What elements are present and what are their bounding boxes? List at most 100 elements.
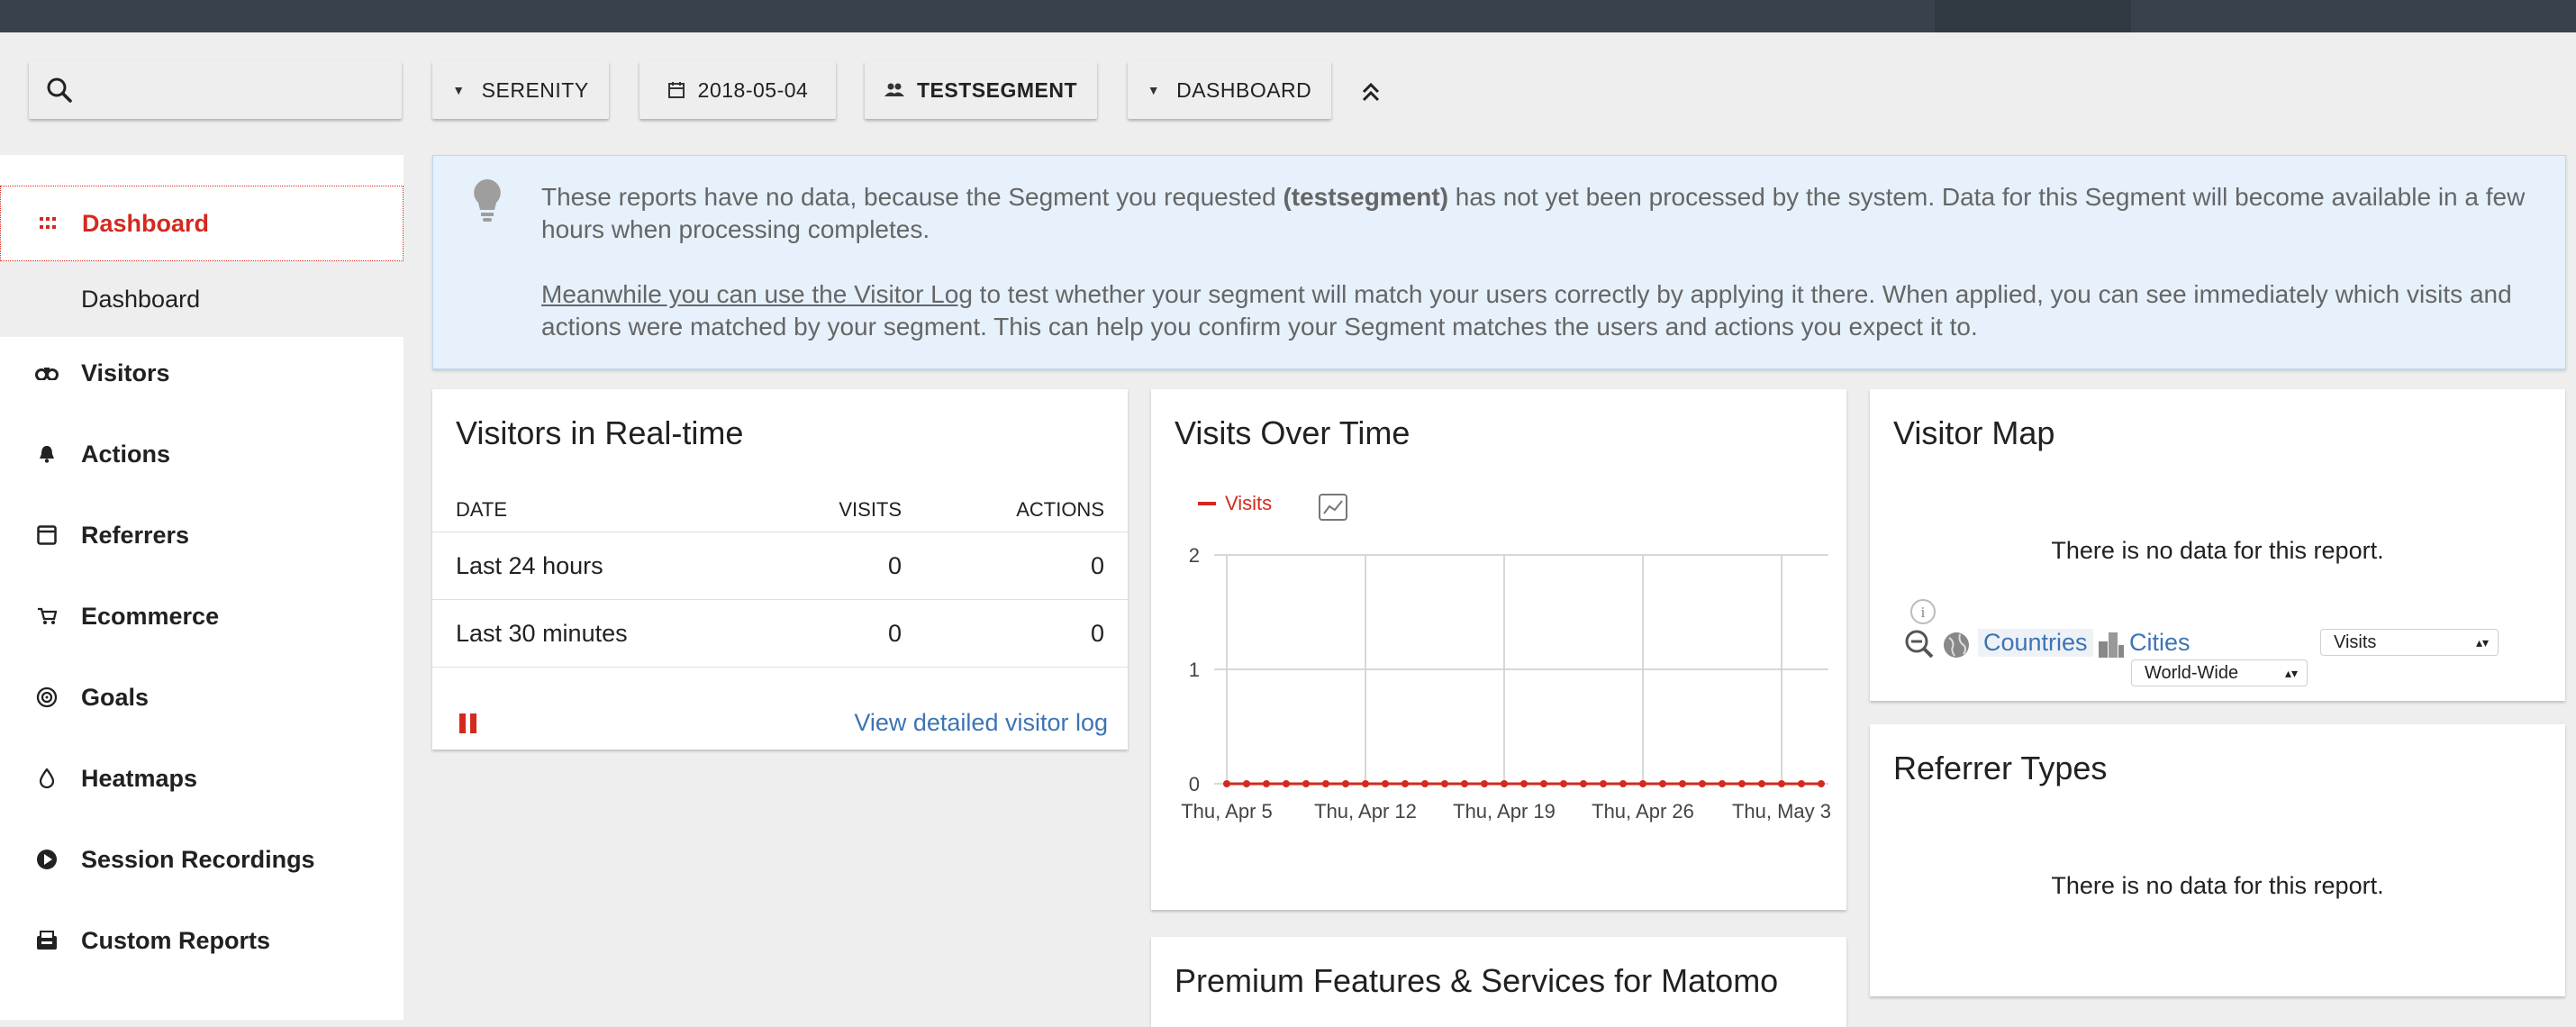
visits-over-time-widget: Visits Over Time 0 1 2 Thu, Apr 5 Thu, Apr 1… [1151,389,1846,910]
dashboard-selector[interactable]: ▼ DASHBOARD [1128,61,1331,119]
data-point [1342,780,1349,787]
sidebar-item-ecommerce[interactable]: Ecommerce [0,578,404,654]
sidebar-item-actions[interactable]: Actions [0,416,404,492]
sidebar-item-heatmaps[interactable]: Heatmaps [0,741,404,816]
data-point [1223,780,1230,787]
cart-icon [34,604,59,629]
data-point [1501,780,1508,787]
data-point [1421,780,1429,787]
data-point [1540,780,1547,787]
x-tick-label: Thu, Apr 12 [1314,800,1417,823]
data-point [1600,780,1607,787]
sidebar-item-goals[interactable]: Goals [0,659,404,735]
widget-title: Referrer Types [1893,750,2108,786]
y-tick-label: 2 [1189,544,1200,567]
visitor-log-link[interactable]: Meanwhile you can use the Visitor Log [541,280,973,308]
grid-icon [35,211,60,236]
data-point [1481,780,1488,787]
countries-link[interactable]: Countries [1978,629,2093,657]
top-bar-tab[interactable] [1935,0,2131,32]
no-data-message: There is no data for this report. [2051,872,2384,899]
site-selector[interactable]: ▼ SERENITY [432,61,609,119]
premium-features-widget: Premium Features & Services for Matomo [1151,937,1846,1027]
data-point [1719,780,1726,787]
x-tick-label: Thu, Apr 26 [1592,800,1694,823]
data-point [1818,780,1825,787]
window-icon [34,523,59,548]
y-tick-label: 0 [1189,773,1200,795]
calendar-icon [667,82,685,98]
data-point [1382,780,1389,787]
referrer-types-widget: Referrer Types There is no data for this… [1870,724,2565,996]
zoom-out-icon[interactable] [1904,629,1935,659]
data-point [1639,780,1646,787]
caret-down-icon: ▼ [1147,83,1161,97]
y-tick-label: 1 [1189,659,1200,681]
data-point [1560,780,1567,787]
segment-notice: These reports have no data, because the … [432,155,2566,369]
data-point [1322,780,1329,787]
notice-text-2: Meanwhile you can use the Visitor Log to… [541,280,2512,341]
data-point [1461,780,1468,787]
segment-selector[interactable]: TESTSEGMENT [865,61,1097,119]
lightbulb-icon [474,179,501,222]
date-selector[interactable]: 2018-05-04 [639,61,836,119]
data-point [1738,780,1746,787]
play-icon [34,847,59,872]
binoculars-icon [34,360,59,386]
data-point [1659,780,1666,787]
data-point [1263,780,1270,787]
sidebar-item-referrers[interactable]: Referrers [0,497,404,573]
data-point [1362,780,1369,787]
data-point [1520,780,1528,787]
data-point [1619,780,1627,787]
data-point [1580,780,1587,787]
search-icon [47,77,72,103]
data-point [1302,780,1310,787]
table-row: Last 30 minutes 0 0 [432,599,1128,668]
search-input[interactable] [29,61,402,119]
cities-link[interactable]: Cities [2129,629,2191,657]
realtime-widget: Visitors in Real-time DATE VISITS ACTION… [432,389,1128,750]
chart-image-icon[interactable] [1319,494,1347,521]
column-header: ACTIONS [1016,498,1104,521]
sidebar-item-dashboard[interactable]: Dashboard [0,186,404,261]
sidebar-subitem-dashboard[interactable]: Dashboard [0,261,404,337]
realtime-table: DATE VISITS ACTIONS Last 24 hours 0 0 La… [432,488,1128,668]
chart-legend[interactable]: Visits [1198,492,1272,515]
users-icon [884,83,904,96]
globe-icon [1944,632,1969,658]
sidebar-item-custom-reports[interactable]: Custom Reports [0,903,404,978]
widget-title: Visitors in Real-time [456,414,744,451]
info-icon[interactable]: i [1909,598,1937,625]
x-tick-label: Thu, May 3 [1732,800,1831,823]
data-point [1401,780,1409,787]
sidebar-item-session-recordings[interactable]: Session Recordings [0,822,404,897]
report-icon [34,928,59,953]
data-point [1798,780,1805,787]
select-arrows-icon: ▴▾ [2284,665,2298,680]
collapse-toolbar-icon[interactable] [1356,77,1385,111]
city-icon [2099,632,2124,658]
region-select[interactable]: World-Wide ▴▾ [2131,659,2308,686]
widget-title: Visits Over Time [1175,414,1410,451]
svg-text:i: i [1921,604,1926,621]
sidebar-item-visitors[interactable]: Visitors [0,335,404,411]
widget-title: Visitor Map [1893,414,2055,451]
column-header: DATE [456,498,508,521]
widget-title: Premium Features & Services for Matomo [1175,962,1779,999]
column-header: VISITS [839,498,903,521]
x-tick-label: Thu, Apr 19 [1453,800,1556,823]
data-point [1758,780,1765,787]
no-data-message: There is no data for this report. [2051,537,2384,564]
pause-icon[interactable] [459,713,477,733]
metric-select[interactable]: Visits ▴▾ [2320,629,2499,656]
data-point [1699,780,1706,787]
top-bar [0,0,2576,32]
select-arrows-icon: ▴▾ [2475,634,2489,650]
view-visitor-log-link[interactable]: View detailed visitor log [854,709,1108,737]
target-icon [34,685,59,710]
data-point [1679,780,1686,787]
x-tick-label: Thu, Apr 5 [1181,800,1273,823]
data-point [1441,780,1448,787]
